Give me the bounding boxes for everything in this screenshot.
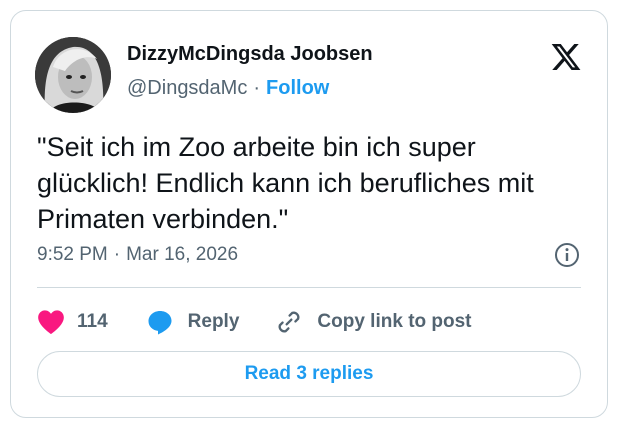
x-logo-icon[interactable]	[549, 41, 583, 73]
reply-label: Reply	[187, 311, 240, 332]
like-button[interactable]: 114	[37, 309, 108, 335]
author-meta: @DingsdaMc · Follow	[127, 77, 329, 100]
meta-separator: ·	[253, 77, 261, 99]
author-handle[interactable]: @DingsdaMc	[127, 77, 247, 99]
author-display-name[interactable]: DizzyMcDingsda Joobsen	[127, 43, 373, 66]
like-count: 114	[77, 311, 108, 332]
divider	[37, 287, 581, 288]
action-bar: 114 Reply Copy link to post	[37, 305, 472, 339]
author-avatar[interactable]	[35, 37, 111, 113]
read-replies-button[interactable]: Read 3 replies	[37, 351, 581, 397]
tweet-timestamp[interactable]: 9:52 PM · Mar 16, 2026	[37, 244, 238, 266]
heart-icon	[38, 310, 64, 335]
tweet-time: 9:52 PM	[37, 244, 108, 265]
tweet-card: DizzyMcDingsda Joobsen @DingsdaMc · Follow…	[10, 10, 608, 418]
tweet-date: Mar 16, 2026	[126, 244, 239, 265]
copy-link-button[interactable]: Copy link to post	[275, 308, 472, 336]
copy-link-label: Copy link to post	[317, 311, 472, 332]
timestamp-separator: ·	[113, 244, 121, 265]
reply-bubble-icon	[148, 311, 172, 335]
info-icon[interactable]	[553, 241, 581, 269]
link-icon	[278, 311, 300, 333]
follow-link[interactable]: Follow	[266, 77, 329, 99]
tweet-text: "Seit ich im Zoo arbeite bin ich super g…	[37, 132, 534, 234]
reply-button[interactable]: Reply	[146, 308, 240, 336]
